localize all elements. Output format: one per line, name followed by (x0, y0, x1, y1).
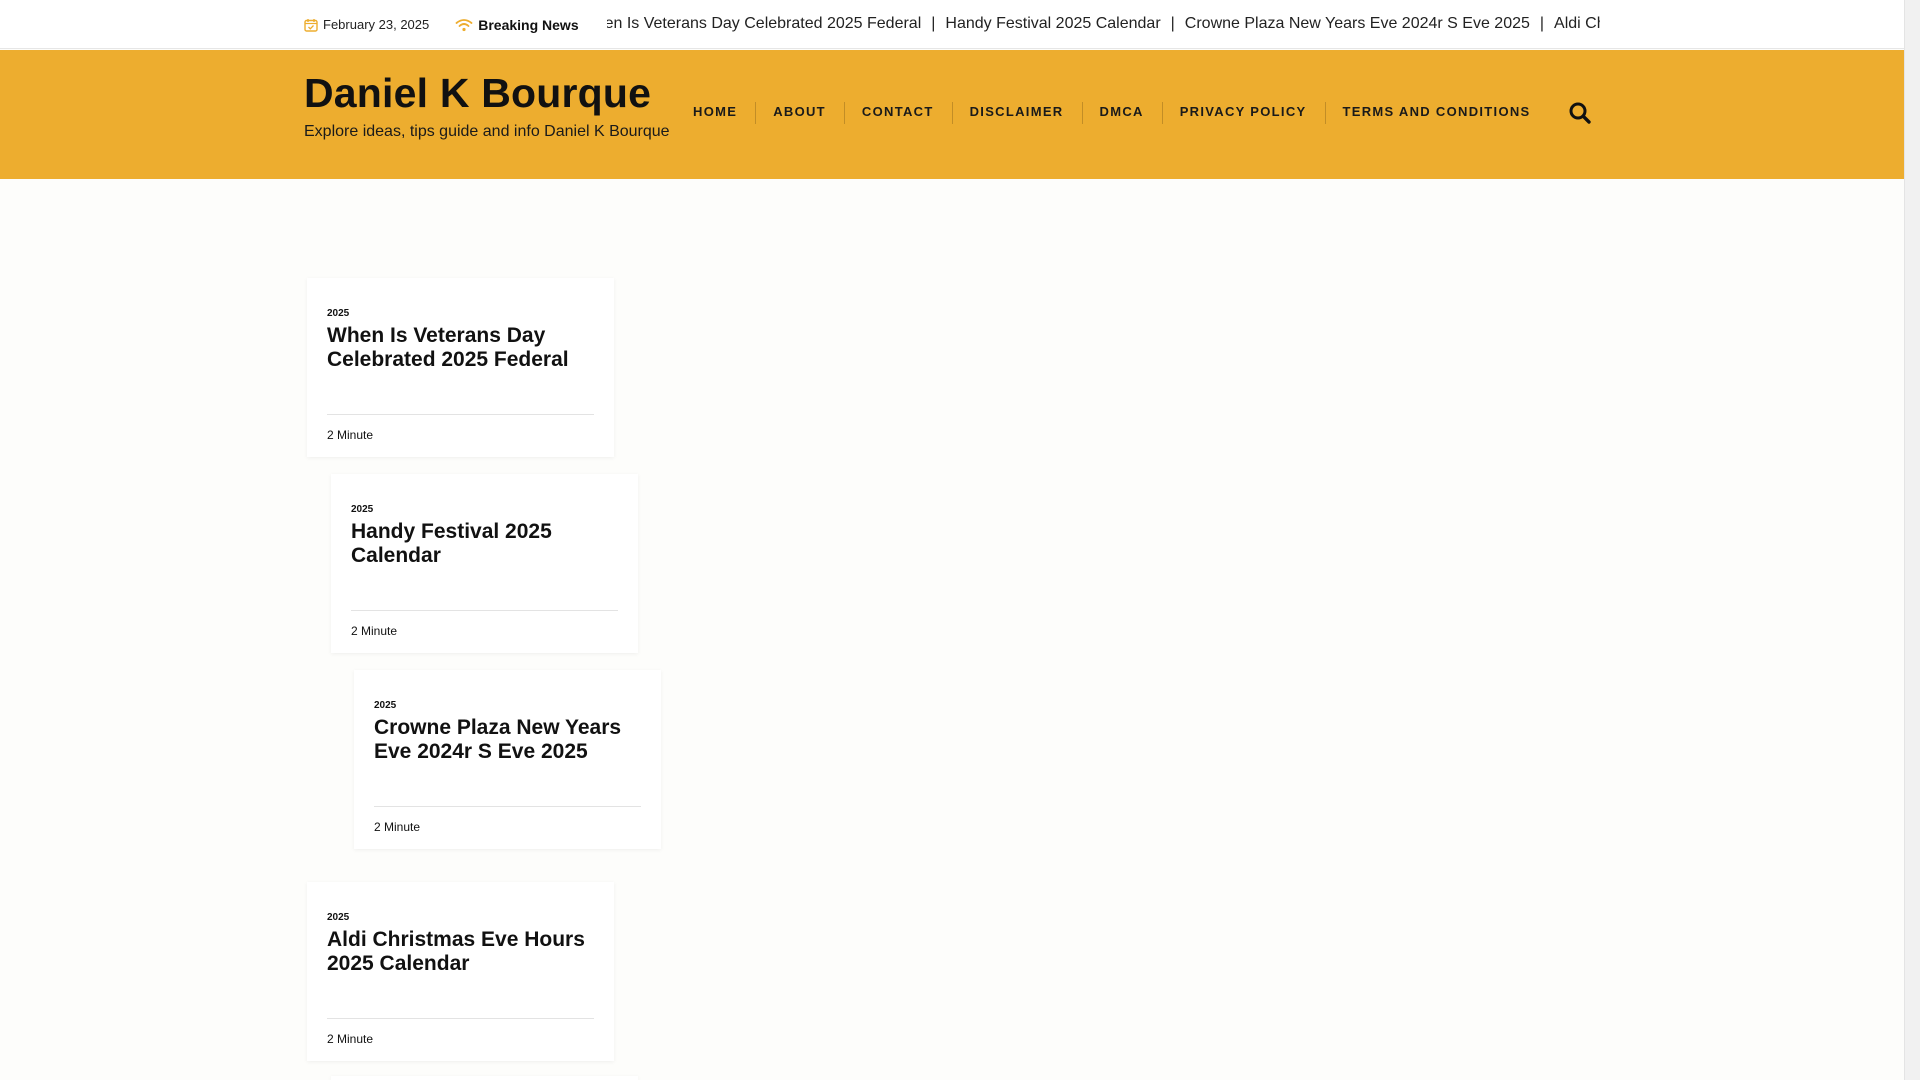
card-divider (351, 610, 618, 611)
top-bar-inner: February 23, 2025 Breaking News When Is … (304, 0, 1600, 49)
brand: Daniel K Bourque Explore ideas, tips gui… (304, 70, 670, 141)
ticker-separator: | (1170, 14, 1175, 32)
date-text: February 23, 2025 (323, 17, 430, 32)
post-title[interactable]: Crowne Plaza New Years Eve 2024r S Eve 2… (374, 716, 644, 764)
nav-item-terms[interactable]: TERMS AND CONDITIONS (1324, 102, 1549, 124)
post-card[interactable]: 2025 Handy Festival 2025 Calendar 2 Minu… (331, 474, 638, 653)
breaking-news-text: Breaking News (478, 16, 579, 33)
page-scrollbar[interactable] (1904, 0, 1920, 1080)
post-category[interactable]: 2025 (374, 700, 396, 711)
ticker-item[interactable]: Handy Festival 2025 Calendar (945, 15, 1160, 32)
card-divider (327, 1018, 594, 1019)
nav-item-home[interactable]: HOME (678, 102, 755, 122)
ticker-separator: | (1539, 14, 1545, 32)
calendar-icon (304, 18, 318, 32)
nav-item-privacy-policy[interactable]: PRIVACY POLICY (1161, 102, 1325, 124)
post-category[interactable]: 2025 (327, 912, 349, 923)
search-icon (1567, 102, 1593, 130)
nav-item-about[interactable]: ABOUT (755, 102, 844, 124)
post-card-partial[interactable] (331, 1076, 638, 1080)
post-title[interactable]: Aldi Christmas Eve Hours 2025 Calendar (327, 928, 597, 976)
search-button[interactable] (1567, 100, 1593, 126)
ticker-item[interactable]: Crowne Plaza New Years Eve 2024r S Eve 2… (1185, 15, 1530, 32)
main-nav: HOME ABOUT CONTACT DISCLAIMER DMCA PRIVA… (678, 102, 1549, 124)
current-date: February 23, 2025 (304, 17, 429, 32)
site-title[interactable]: Daniel K Bourque (304, 70, 670, 117)
ticker-item[interactable]: Aldi Christmas Eve Hours 2025 Calendar (1554, 15, 1600, 32)
post-title[interactable]: Handy Festival 2025 Calendar (351, 520, 621, 568)
post-card[interactable]: 2025 Aldi Christmas Eve Hours 2025 Calen… (307, 882, 614, 1061)
nav-item-dmca[interactable]: DMCA (1081, 102, 1162, 124)
post-category[interactable]: 2025 (327, 308, 349, 319)
read-time: 2 Minute (327, 428, 374, 442)
post-card[interactable]: 2025 When Is Veterans Day Celebrated 202… (307, 278, 614, 457)
read-time: 2 Minute (351, 624, 398, 638)
post-card[interactable]: 2025 Crowne Plaza New Years Eve 2024r S … (354, 670, 661, 849)
site-tagline: Explore ideas, tips guide and info Danie… (304, 123, 670, 140)
post-title[interactable]: When Is Veterans Day Celebrated 2025 Fed… (327, 324, 597, 372)
news-ticker: When Is Veterans Day Celebrated 2025 Fed… (607, 15, 1600, 35)
card-divider (374, 806, 641, 807)
read-time: 2 Minute (327, 1032, 374, 1046)
nav-item-disclaimer[interactable]: DISCLAIMER (951, 102, 1082, 124)
read-time: 2 Minute (374, 820, 421, 834)
card-divider (327, 414, 594, 415)
top-bar: February 23, 2025 Breaking News When Is … (0, 0, 1904, 49)
wifi-icon (455, 18, 473, 32)
ticker-item[interactable]: When Is Veterans Day Celebrated 2025 Fed… (607, 15, 922, 32)
nav-item-contact[interactable]: CONTACT (843, 102, 952, 124)
site-header: Daniel K Bourque Explore ideas, tips gui… (0, 50, 1904, 179)
ticker-track: When Is Veterans Day Celebrated 2025 Fed… (607, 15, 1600, 33)
ticker-separator: | (931, 14, 936, 32)
post-category[interactable]: 2025 (351, 504, 373, 515)
breaking-news-label: Breaking News (455, 16, 579, 33)
